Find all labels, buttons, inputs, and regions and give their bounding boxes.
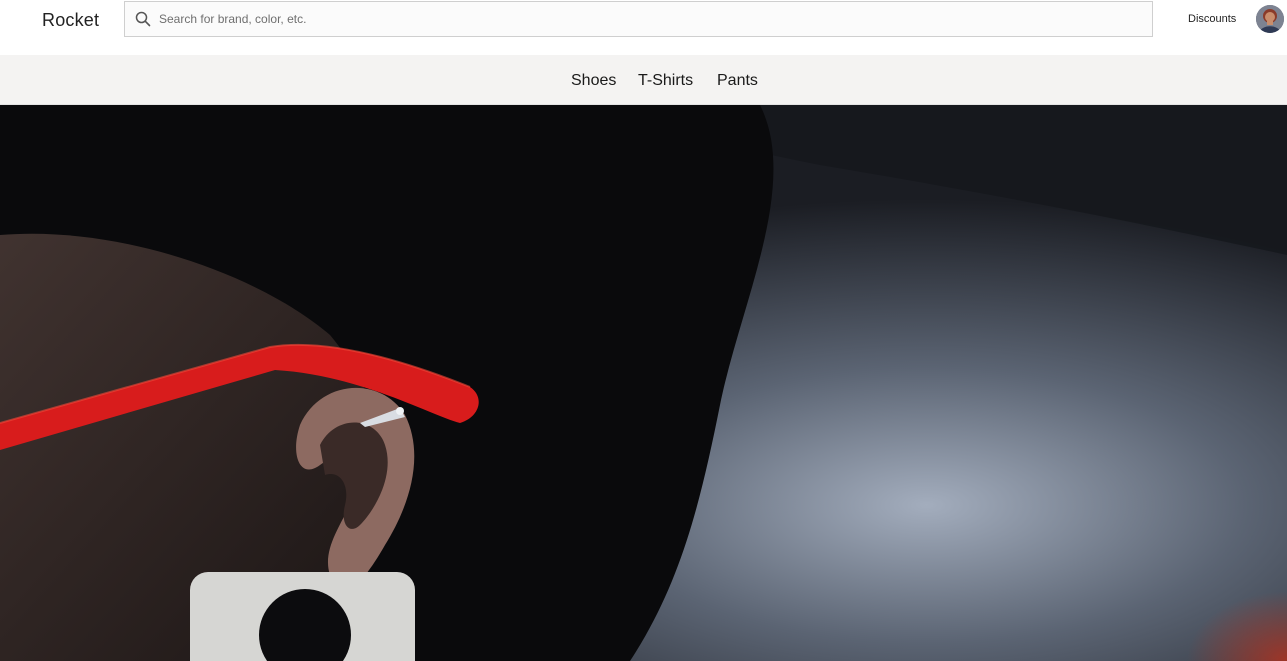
user-avatar[interactable]	[1256, 5, 1284, 33]
search-bar[interactable]	[124, 1, 1153, 37]
category-t-shirts[interactable]: T-Shirts	[638, 71, 693, 91]
top-navigation-bar: Rocket Discounts	[0, 0, 1287, 55]
hero-photo	[0, 105, 1287, 661]
category-pants[interactable]: Pants	[717, 71, 758, 91]
brand-logo[interactable]: Rocket	[42, 9, 99, 31]
search-input[interactable]	[159, 4, 1119, 34]
discounts-link[interactable]: Discounts	[1188, 12, 1236, 26]
category-navigation: Shoes T-Shirts Pants	[0, 55, 1287, 105]
search-icon	[134, 10, 152, 28]
category-shoes[interactable]: Shoes	[571, 71, 616, 91]
hero-banner-image	[0, 105, 1287, 661]
